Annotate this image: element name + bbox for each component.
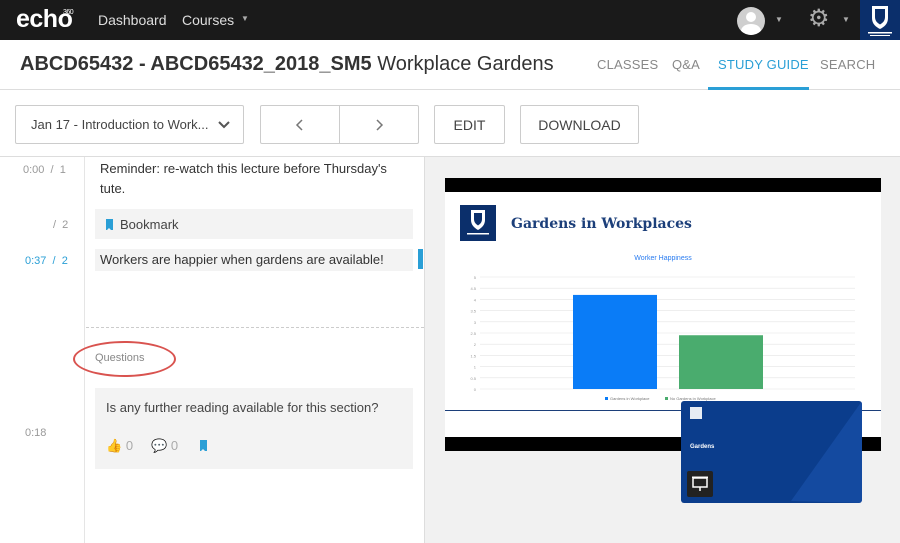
nav-divider [339, 106, 340, 143]
slide-university-logo [460, 205, 496, 241]
like-count: 0 [125, 438, 134, 453]
tab-search[interactable]: SEARCH [820, 57, 875, 72]
university-crest-logo [860, 0, 900, 40]
chart-y-tick-label: 5 [474, 275, 477, 280]
note-text[interactable]: Reminder: re-watch this lecture before T… [100, 159, 387, 199]
note-timestamp-active[interactable]: 0:37 / 2 [25, 255, 68, 267]
timestamp-column [0, 157, 85, 543]
chart-y-tick-label: 4 [474, 297, 477, 302]
course-title: ABCD65432 - ABCD65432_2018_SM5 Workplace… [20, 53, 554, 76]
chart-y-tick-label: 0 [474, 387, 477, 392]
tab-study-guide[interactable]: STUDY GUIDE [718, 57, 809, 72]
nav-courses-label: Courses [182, 12, 235, 28]
chevron-down-icon [218, 121, 230, 129]
bookmark-label: Bookmark [120, 217, 179, 232]
active-note-text: Workers are happier when gardens are ava… [100, 252, 384, 267]
notes-pane: 0:00 / 1 Reminder: re-watch this lecture… [0, 157, 424, 543]
user-avatar[interactable] [737, 7, 765, 35]
chart-title: Worker Happiness [634, 255, 692, 262]
picture-in-picture-slide[interactable]: Gardens [681, 401, 862, 503]
top-bar: echo 360 Dashboard Courses ▼ ▼ ⚙ ▼ [0, 0, 900, 40]
tab-classes[interactable]: CLASSES [597, 57, 658, 72]
caret-down-icon: ▼ [241, 14, 249, 23]
annotation-highlight-oval [73, 341, 176, 377]
question-text: Is any further reading available for thi… [106, 400, 379, 415]
active-note-indicator [418, 249, 423, 269]
course-name: Workplace Gardens [377, 53, 554, 75]
chart-y-tick-label: 2.5 [470, 331, 476, 336]
chart-y-tick-label: 4.5 [470, 286, 476, 291]
slide-navigation [260, 105, 419, 144]
tab-qa[interactable]: Q&A [672, 57, 700, 72]
thumbs-up-icon[interactable]: 👍 [106, 438, 122, 453]
download-button[interactable]: DOWNLOAD [520, 105, 639, 144]
bookmark-icon [106, 219, 113, 231]
pip-slide-title: Gardens [690, 444, 715, 450]
toolbar: Jan 17 - Introduction to Work... EDIT DO… [0, 90, 900, 157]
chart-bar [679, 335, 763, 389]
previous-arrow-icon[interactable] [292, 117, 308, 133]
chart-y-tick-label: 0.5 [470, 376, 476, 381]
slide-title: Gardens in Workplaces [511, 216, 692, 232]
note-timestamp: 0:00 / 1 [23, 164, 66, 176]
question-timestamp: 0:18 [25, 427, 47, 439]
presentation-icon[interactable] [687, 471, 713, 497]
course-code: ABCD65432 - ABCD65432_2018_SM5 [20, 53, 372, 75]
note-timestamp: / 2 [53, 219, 69, 231]
bar-chart: 0 0.5 1 1.5 2 2.5 3 3.5 4 4.5 5 Gardens in Workplac… [470, 275, 855, 401]
user-menu-caret-icon[interactable]: ▼ [775, 15, 783, 24]
chart-y-tick-label: 3 [474, 320, 477, 325]
chart-y-tick-label: 1 [474, 365, 477, 370]
course-header: ABCD65432 - ABCD65432_2018_SM5 Workplace… [0, 40, 900, 90]
chart-y-tick-label: 1.5 [470, 353, 476, 358]
chart-legend-swatch [665, 397, 668, 400]
section-divider [86, 327, 424, 328]
settings-caret-icon[interactable]: ▼ [842, 15, 850, 24]
edit-button[interactable]: EDIT [434, 105, 505, 144]
echo-logo[interactable]: echo 360 [16, 5, 74, 34]
comment-icon[interactable]: 💬 [151, 438, 167, 453]
video-pane: Gardens in Workplaces Worker Happiness 0… [424, 157, 900, 543]
chart-y-tick-label: 2 [474, 342, 477, 347]
chart-bar [573, 294, 657, 389]
lesson-select-value: Jan 17 - Introduction to Work... [31, 117, 209, 132]
nav-dashboard[interactable]: Dashboard [98, 12, 167, 28]
chart-y-tick-label: 3.5 [470, 309, 476, 314]
chart-legend-label: Gardens in Workplace [610, 396, 650, 401]
next-arrow-icon[interactable] [371, 117, 387, 133]
comment-count: 0 [170, 438, 179, 453]
chart-legend-swatch [605, 397, 608, 400]
lesson-select[interactable]: Jan 17 - Introduction to Work... [15, 105, 244, 144]
question-stats: 👍 0 💬 0 [106, 438, 207, 454]
question-bookmark-icon[interactable] [199, 440, 207, 452]
nav-courses[interactable]: Courses ▼ [182, 12, 249, 28]
gear-icon[interactable]: ⚙ [808, 7, 830, 31]
